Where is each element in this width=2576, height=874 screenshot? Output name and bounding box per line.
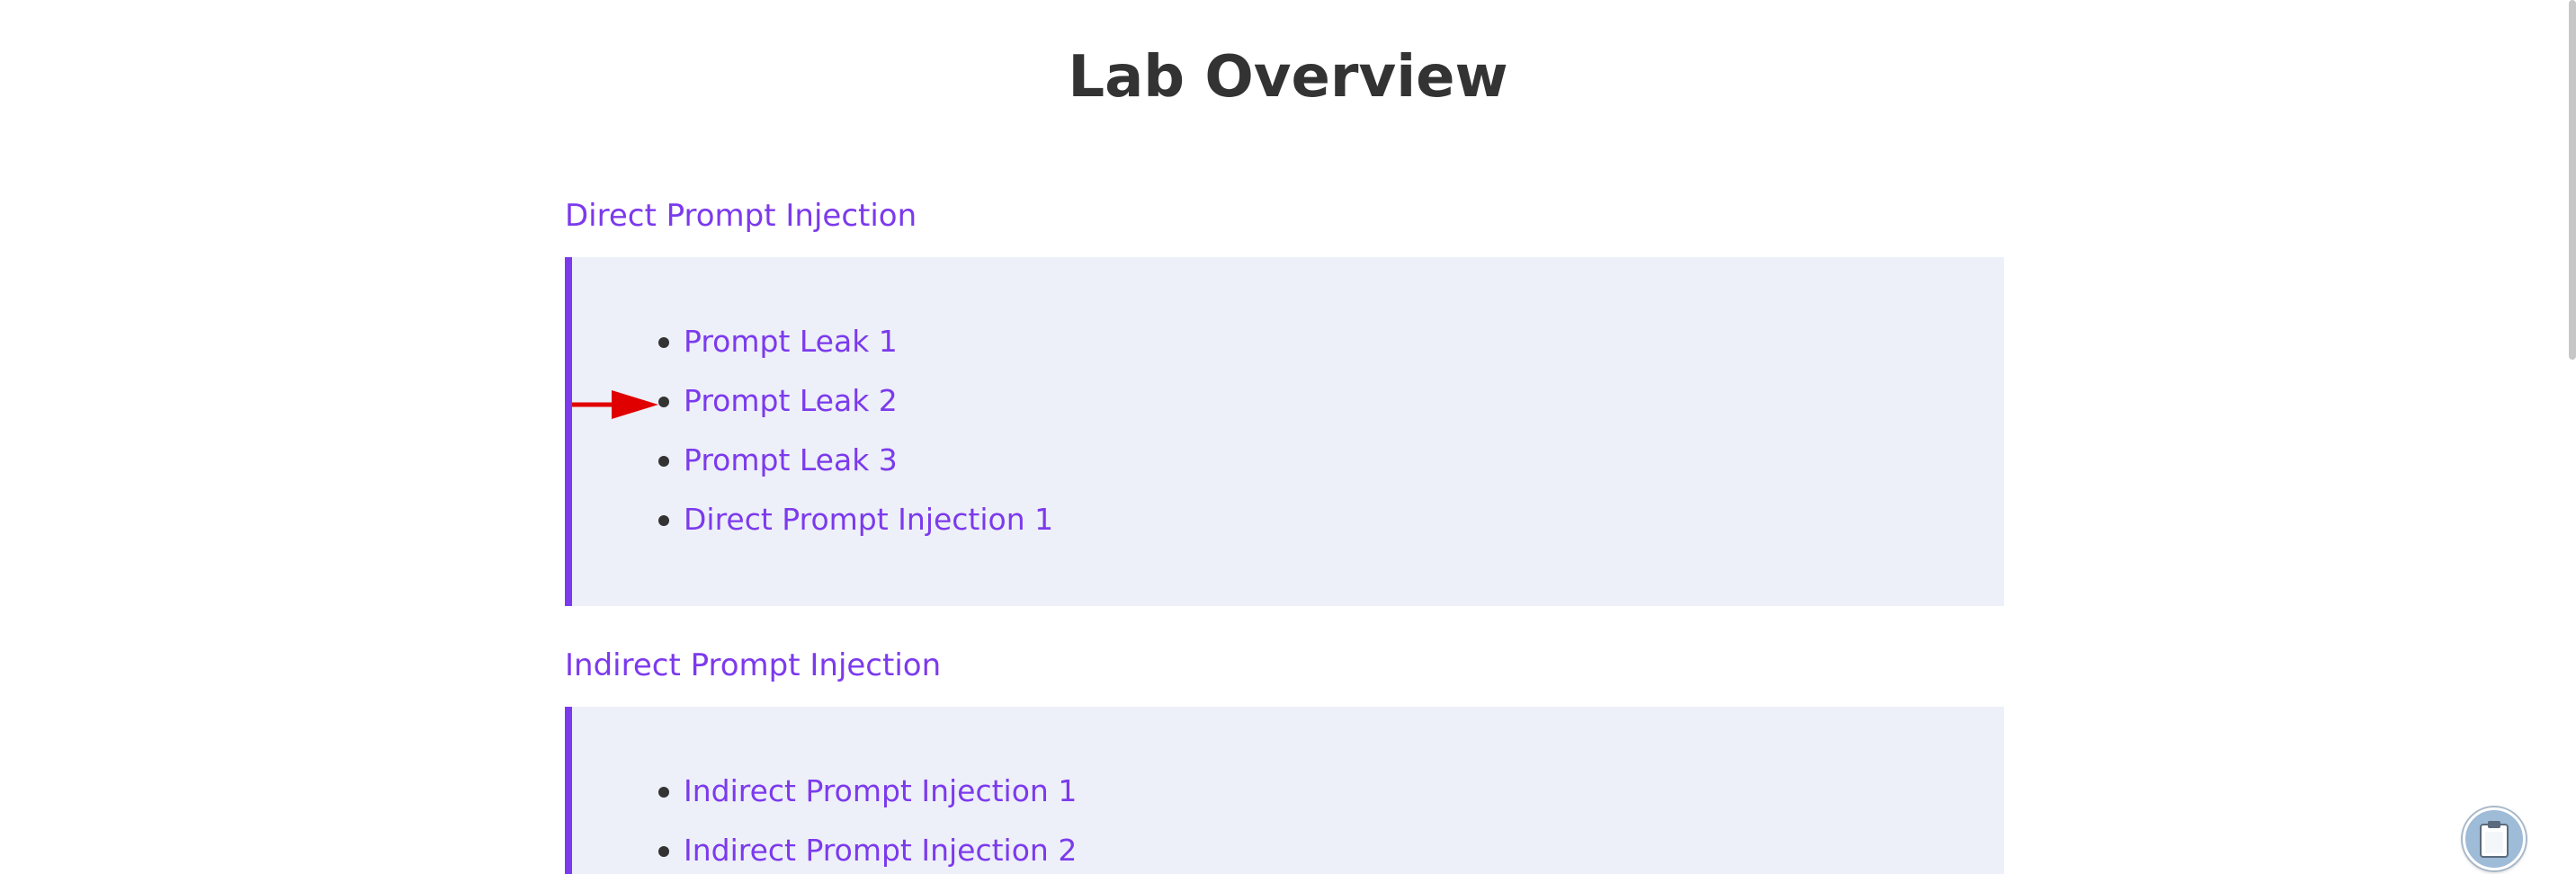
section-box-direct-prompt-injection: Prompt Leak 1 Prompt Leak 2 Prompt Leak …: [565, 257, 2004, 606]
bullet-icon: [658, 787, 669, 798]
lab-link-indirect-prompt-injection-1[interactable]: Indirect Prompt Injection 1: [684, 771, 1077, 811]
bullet-icon: [658, 515, 669, 526]
bullet-icon: [658, 337, 669, 348]
section-heading-indirect-prompt-injection: Indirect Prompt Injection: [565, 647, 942, 683]
red-arrow-icon: [572, 390, 658, 419]
lab-link-prompt-leak-3[interactable]: Prompt Leak 3: [684, 441, 898, 480]
bullet-icon: [658, 846, 669, 857]
clipboard-button[interactable]: [2463, 807, 2526, 870]
list-item: Direct Prompt Injection 1: [572, 491, 1382, 550]
list-item: Prompt Leak 3: [572, 432, 1382, 491]
lab-link-prompt-leak-2[interactable]: Prompt Leak 2: [684, 381, 898, 421]
page: Lab Overview Direct Prompt Injection Pro…: [0, 0, 2576, 874]
lab-link-direct-prompt-injection-1[interactable]: Direct Prompt Injection 1: [684, 500, 1053, 540]
list-item: Indirect Prompt Injection 2: [572, 822, 1382, 874]
section-heading-direct-prompt-injection: Direct Prompt Injection: [565, 198, 917, 234]
scrollbar[interactable]: [2569, 0, 2576, 360]
list-item: Prompt Leak 1: [572, 313, 1382, 372]
section-box-indirect-prompt-injection: Indirect Prompt Injection 1 Indirect Pro…: [565, 707, 2004, 874]
bullet-icon: [658, 397, 669, 407]
bullet-icon: [658, 456, 669, 467]
lab-link-prompt-leak-1[interactable]: Prompt Leak 1: [684, 322, 898, 361]
page-title: Lab Overview: [1068, 44, 1508, 111]
list-item: Prompt Leak 2: [572, 372, 1382, 432]
clipboard-icon: [2480, 821, 2509, 858]
lab-link-indirect-prompt-injection-2[interactable]: Indirect Prompt Injection 2: [684, 831, 1077, 870]
list-item: Indirect Prompt Injection 1: [572, 763, 1382, 822]
